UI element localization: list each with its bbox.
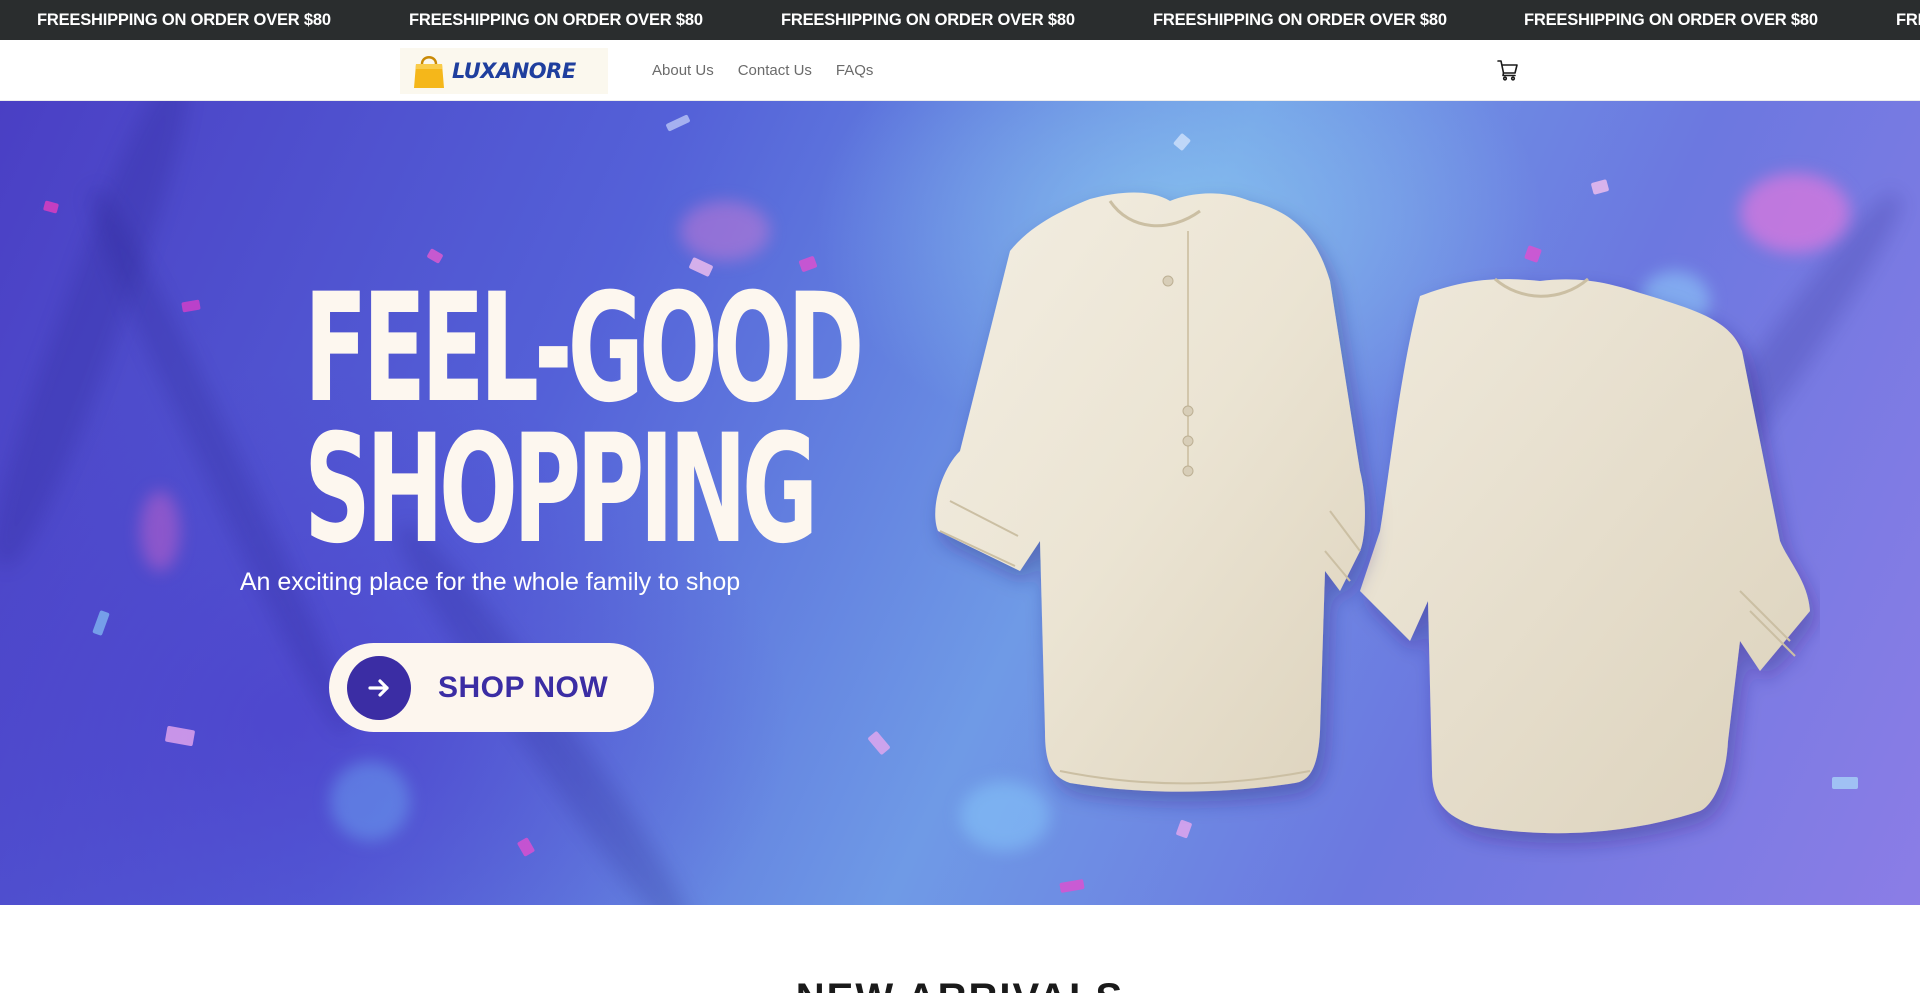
confetti [42, 200, 60, 214]
announcement-item: FREESHIPPING ON ORDER OVER $80 [1524, 11, 1818, 29]
confetti [164, 725, 196, 747]
confetti [181, 299, 201, 313]
hero-banner: FEEL-GOOD SHOPPING An exciting place for… [0, 101, 1920, 905]
logo-text: LUXANORE [452, 59, 576, 83]
hero-headline-line-1: FEEL-GOOD [304, 262, 864, 436]
back-shirt [1360, 277, 1810, 834]
announcement-item: FREESHIPPING ON ORDER OVER $80 [37, 11, 331, 29]
cart-icon[interactable] [1496, 58, 1520, 82]
bokeh-light [680, 201, 770, 261]
arrow-right-icon [368, 678, 389, 697]
announcement-item: FREESHIPPING ON ORDER OVER $80 [781, 11, 1075, 29]
front-shirt [935, 192, 1365, 792]
confetti [867, 730, 891, 756]
logo[interactable]: LUXANORE [400, 48, 608, 94]
hero-subline: An exciting place for the whole family t… [239, 568, 741, 596]
bokeh-light [140, 491, 180, 571]
nav-contact-us[interactable]: Contact Us [738, 62, 812, 79]
confetti [1172, 132, 1192, 152]
nav-about-us[interactable]: About Us [652, 62, 714, 79]
confetti [516, 837, 536, 857]
main-nav: About Us Contact Us FAQs [652, 40, 897, 100]
announcement-item: FREESHIPPING ON ORDER OVER $80 [1896, 11, 1920, 29]
shopping-bag-icon [414, 56, 444, 88]
shop-now-label: SHOP NOW [438, 670, 609, 704]
confetti [665, 114, 691, 132]
bokeh-light [330, 761, 410, 841]
shop-now-icon-circle [347, 655, 411, 720]
nav-faqs[interactable]: FAQs [836, 62, 874, 79]
hero-headline: FEEL-GOOD SHOPPING [304, 262, 864, 577]
site-header: LUXANORE About Us Contact Us FAQs [0, 40, 1920, 101]
confetti [1832, 777, 1858, 789]
confetti [92, 610, 110, 636]
announcement-item: FREESHIPPING ON ORDER OVER $80 [1153, 11, 1447, 29]
section-title-new-arrivals: NEW ARRIVALS [0, 974, 1920, 993]
hero-headline-line-2: SHOPPING [304, 403, 818, 577]
announcement-item: FREESHIPPING ON ORDER OVER $80 [409, 11, 703, 29]
shop-now-button[interactable]: SHOP NOW [329, 643, 654, 732]
announcement-bar: FREESHIPPING ON ORDER OVER $80 FREESHIPP… [0, 0, 1920, 40]
linen-shirts-image [935, 192, 1810, 834]
